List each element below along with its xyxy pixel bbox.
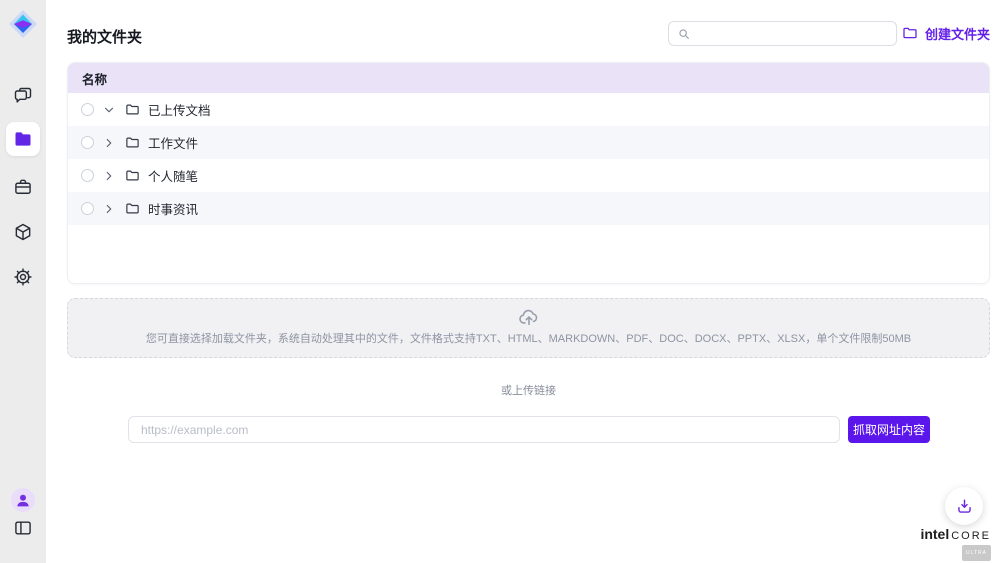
chevron-right-icon[interactable] [102,169,116,183]
folder-icon [125,135,140,150]
sidebar-item-chat[interactable] [13,86,33,106]
folder-name: 个人随笔 [148,166,198,185]
sidebar-item-apps[interactable] [13,222,33,242]
column-header-name: 名称 [82,69,107,88]
create-folder-button[interactable]: 创建文件夹 [902,24,990,42]
folder-table: 名称 已上传文档 工作文件 个人随笔 时事资讯 [67,62,990,284]
folder-icon [125,168,140,183]
row-checkbox[interactable] [81,202,94,215]
folder-name: 时事资讯 [148,199,198,218]
table-row[interactable]: 个人随笔 [68,159,989,192]
table-row[interactable]: 工作文件 [68,126,989,159]
fetch-url-button[interactable]: 抓取网址内容 [848,416,930,443]
folder-plus-icon [902,25,918,41]
row-checkbox[interactable] [81,103,94,116]
row-checkbox[interactable] [81,136,94,149]
folder-icon [125,201,140,216]
folder-icon [125,102,140,117]
briefcase-icon [13,177,33,197]
or-upload-link-label: 或上传链接 [67,382,990,398]
person-icon [14,491,32,509]
sidebar-item-folders[interactable] [6,122,40,156]
search-input[interactable] [697,27,888,41]
cloud-upload-icon [518,306,540,328]
row-checkbox[interactable] [81,169,94,182]
table-row[interactable]: 时事资讯 [68,192,989,225]
chat-icon [13,86,33,106]
create-folder-label: 创建文件夹 [925,24,990,43]
search-box[interactable] [668,21,897,46]
intel-wordmark: intel [920,527,949,541]
download-fab-button[interactable] [945,487,983,525]
folder-icon [13,129,33,149]
ultra-badge: ULTRA [962,545,991,561]
table-row[interactable]: 已上传文档 [68,93,989,126]
panel-icon [13,518,33,538]
core-wordmark: core [951,529,991,543]
table-header-row: 名称 [68,63,989,93]
sidebar-collapse-button[interactable] [13,518,33,538]
sidebar-item-workspace[interactable] [13,177,33,197]
folder-name: 工作文件 [148,133,198,152]
url-input[interactable] [128,416,840,443]
sidebar [0,0,46,563]
gear-icon [13,267,33,287]
chevron-right-icon[interactable] [102,202,116,216]
folder-name: 已上传文档 [148,100,211,119]
page-title: 我的文件夹 [67,26,142,47]
search-icon [677,27,691,41]
cube-icon [13,222,33,242]
upload-dropzone[interactable]: 您可直接选择加载文件夹，系统自动处理其中的文件，文件格式支持TXT、HTML、M… [67,298,990,358]
chevron-down-icon[interactable] [102,103,116,117]
intel-core-logo: intel core ULTRA [929,527,991,561]
upload-hint-text: 您可直接选择加载文件夹，系统自动处理其中的文件，文件格式支持TXT、HTML、M… [68,330,989,346]
app-logo-icon [7,8,39,40]
download-icon [955,497,974,516]
sidebar-item-settings[interactable] [13,267,33,287]
user-avatar[interactable] [11,488,35,512]
chevron-right-icon[interactable] [102,136,116,150]
